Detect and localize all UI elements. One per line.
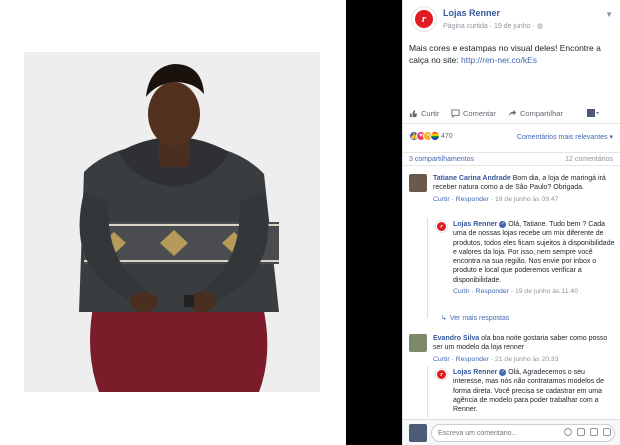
reaction-count[interactable]: 470 bbox=[441, 133, 453, 140]
comment-sort-dropdown[interactable]: Comentários mais relevantes ▾ bbox=[517, 133, 613, 141]
reactions-bar: 👍 ♥ • 470 Comentários mais relevantes ▾ bbox=[403, 128, 620, 146]
comment: Evandro Silva ola boa noite gostaria sab… bbox=[433, 334, 615, 364]
post-actions: Curtir Comentar Compartilhar bbox=[403, 106, 620, 124]
reply-avatar[interactable]: r bbox=[435, 220, 448, 233]
thread-line bbox=[427, 218, 428, 318]
photo-viewer bbox=[0, 0, 346, 445]
reaction-icons[interactable]: 👍 ♥ • bbox=[409, 131, 440, 141]
like-icon bbox=[409, 109, 418, 118]
comment-like-link[interactable]: Curtir bbox=[433, 196, 450, 203]
share-icon bbox=[508, 109, 517, 117]
viewer-divider bbox=[346, 0, 402, 445]
share-button[interactable]: Compartilhar bbox=[508, 109, 563, 118]
verified-icon: ✓ bbox=[499, 368, 507, 376]
reply-author[interactable]: Lojas Renner bbox=[453, 221, 497, 228]
reply-footer: Curtir · Responder · 19 de junho às 11:4… bbox=[453, 288, 578, 296]
audience-selector[interactable] bbox=[587, 109, 599, 118]
post-meta: Página curtida · 19 de junho · ◍ bbox=[443, 22, 543, 30]
page-avatar[interactable]: r bbox=[411, 6, 437, 32]
comment-icon bbox=[451, 109, 460, 118]
view-more-replies-label: Ver mais respostas bbox=[449, 314, 510, 322]
reply-like-link[interactable]: Curtir bbox=[453, 288, 470, 295]
reply-arrow-icon: ↳ bbox=[441, 315, 447, 322]
reply-text: Olá, Tatiane. Tudo bem ? Cada uma de nos… bbox=[453, 221, 615, 284]
reply-reply-link[interactable]: Responder bbox=[476, 288, 509, 295]
reply-timestamp[interactable]: 19 de junho às 11:40 bbox=[515, 288, 578, 295]
like-button[interactable]: Curtir bbox=[409, 109, 439, 118]
comment-author[interactable]: Evandro Silva bbox=[433, 335, 479, 342]
comment-label: Comentar bbox=[463, 109, 496, 118]
reply-avatar[interactable]: r bbox=[435, 368, 448, 381]
renner-logo-icon: r bbox=[437, 222, 446, 231]
reply: Lojas Renner ✓ Olá, Agradecemos o seu in… bbox=[453, 368, 615, 418]
model-illustration bbox=[24, 52, 320, 392]
pride-reaction-icon bbox=[430, 131, 440, 141]
verified-icon: ✓ bbox=[499, 220, 507, 228]
post-stats: 3 compartilhamentos 12 comentários bbox=[403, 152, 620, 166]
gif-icon[interactable] bbox=[590, 428, 598, 436]
reply-author[interactable]: Lojas Renner bbox=[453, 369, 497, 376]
comment-timestamp[interactable]: 21 de junho às 20:33 bbox=[495, 356, 559, 363]
share-label: Compartilhar bbox=[520, 109, 563, 118]
renner-logo-icon: r bbox=[415, 10, 433, 28]
camera-icon[interactable] bbox=[577, 428, 585, 436]
comment-footer: Curtir · Responder · 19 de junho às 09:4… bbox=[433, 195, 559, 203]
post-photo[interactable] bbox=[24, 52, 320, 392]
avatar bbox=[409, 424, 427, 442]
comment-reply-link[interactable]: Responder bbox=[456, 356, 489, 363]
comment-footer: Curtir · Responder · 21 de junho às 20:3… bbox=[433, 355, 559, 363]
like-label: Curtir bbox=[421, 109, 440, 118]
composer-icons bbox=[564, 428, 611, 436]
comment-like-link[interactable]: Curtir bbox=[433, 356, 450, 363]
post-header: r Lojas Renner Página curtida · 19 de ju… bbox=[403, 4, 620, 38]
comment-reply-link[interactable]: Responder bbox=[456, 196, 489, 203]
page-name[interactable]: Lojas Renner bbox=[443, 8, 500, 18]
comment-timestamp[interactable]: 19 de junho às 09:47 bbox=[495, 196, 559, 203]
chevron-down-icon[interactable]: ▼ bbox=[605, 10, 613, 19]
post-text: Mais cores e estampas no visual deles! E… bbox=[409, 42, 615, 66]
renner-logo-icon: r bbox=[437, 370, 446, 379]
avatar[interactable] bbox=[409, 174, 427, 192]
globe-icon: ◍ bbox=[536, 23, 543, 30]
comment-composer bbox=[403, 419, 620, 445]
comment-author[interactable]: Tatiane Carina Andrade bbox=[433, 175, 511, 182]
share-count[interactable]: 3 compartilhamentos bbox=[409, 156, 474, 163]
sticker-icon[interactable] bbox=[603, 428, 611, 436]
post-panel: r Lojas Renner Página curtida · 19 de ju… bbox=[402, 0, 620, 445]
reply: Lojas Renner ✓ Olá, Tatiane. Tudo bem ? … bbox=[453, 220, 615, 296]
profile-picker-icon bbox=[587, 109, 599, 117]
comment-button[interactable]: Comentar bbox=[451, 109, 496, 118]
comment-count[interactable]: 12 comentários bbox=[565, 156, 613, 163]
post-link[interactable]: http://ren-ner.co/kEs bbox=[461, 55, 537, 65]
comment: Tatiane Carina Andrade Bom dia, a loja d… bbox=[433, 174, 615, 204]
avatar[interactable] bbox=[409, 334, 427, 352]
post-meta-text: Página curtida · 19 de junho · bbox=[443, 23, 535, 30]
view-more-replies[interactable]: ↳ Ver mais respostas bbox=[441, 314, 510, 323]
emoji-icon[interactable] bbox=[564, 428, 572, 436]
thread-line bbox=[427, 366, 428, 418]
